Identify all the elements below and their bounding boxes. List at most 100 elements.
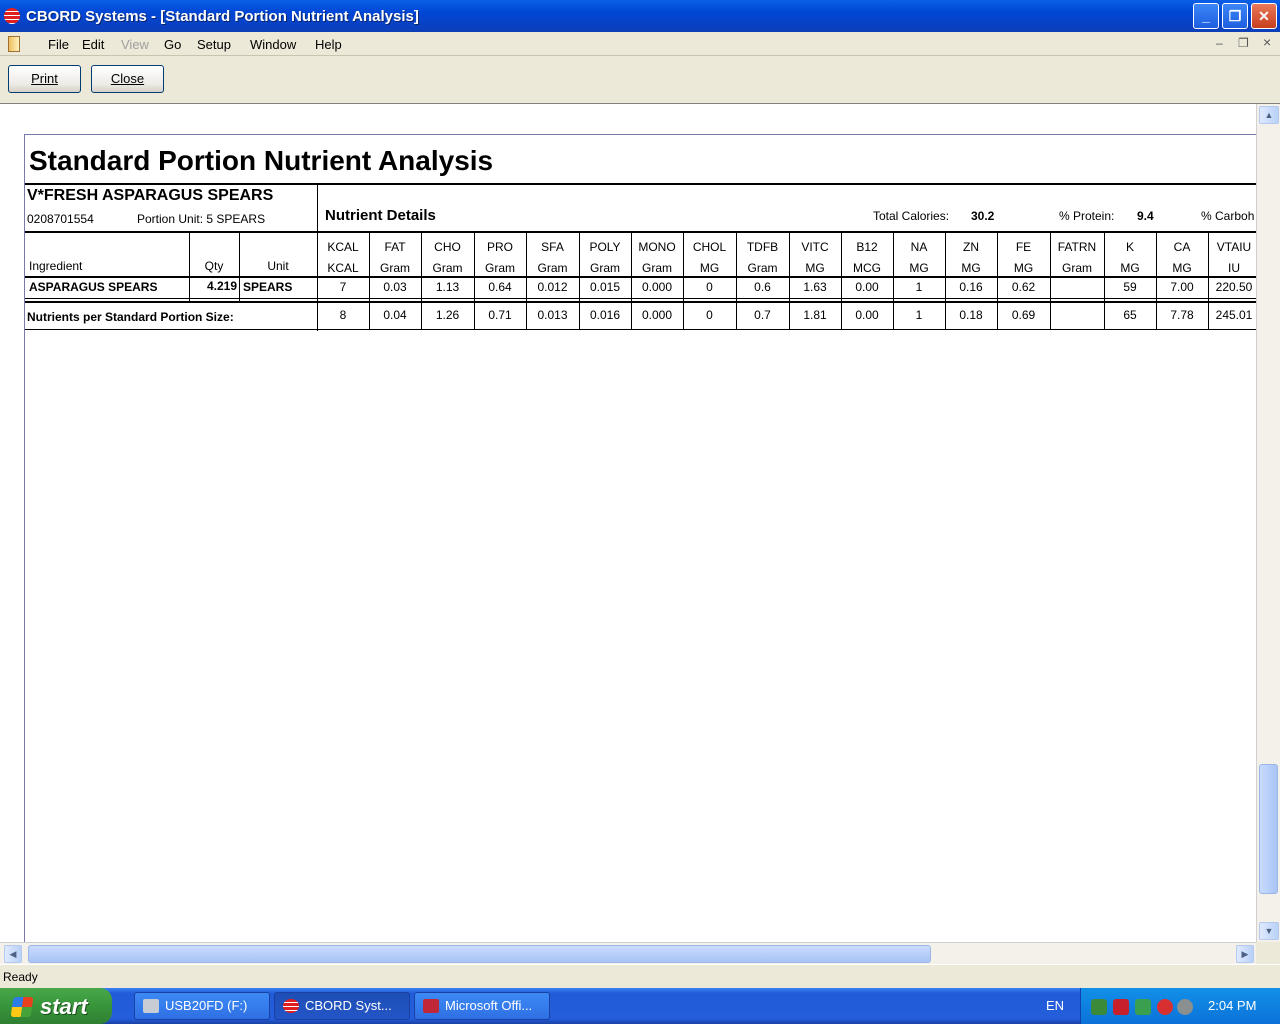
item-code: 0208701554 [27, 212, 94, 226]
nutrient-header-ca: CA [1173, 240, 1191, 254]
ingredient-value-tdfb: 0.6 [754, 280, 771, 294]
nutrient-unit-fe: MG [1013, 261, 1034, 275]
report-view[interactable]: Standard Portion Nutrient Analysis V*FRE… [0, 104, 1256, 942]
office-icon [423, 999, 439, 1013]
unit-header: Unit [267, 259, 289, 273]
menu-bar: File Edit View Go Setup Window Help – ❐ … [0, 32, 1280, 56]
total-value-na: 1 [915, 308, 923, 322]
mdi-restore-button[interactable]: ❐ [1238, 36, 1249, 50]
ingredient-value-k: 59 [1123, 280, 1137, 294]
divider [25, 183, 1256, 185]
menu-edit[interactable]: Edit [82, 37, 104, 52]
status-bar: Ready [0, 964, 1280, 988]
ingredient-value-vtaiu: 220.50 [1215, 280, 1253, 294]
vertical-scroll-thumb[interactable] [1259, 764, 1278, 894]
ingredient-unit: SPEARS [243, 280, 293, 294]
status-text: Ready [3, 970, 38, 984]
cbord-app-icon[interactable] [4, 8, 20, 24]
total-value-b12: 0.00 [855, 308, 879, 322]
minimize-button[interactable]: _ [1193, 3, 1219, 29]
menu-file[interactable]: File [48, 37, 69, 52]
divider [25, 301, 1256, 303]
nutrient-header-fe: FE [1015, 240, 1032, 254]
task-usb-drive[interactable]: USB20FD (F:) [134, 992, 270, 1020]
mdi-minimize-button[interactable]: – [1216, 36, 1223, 50]
qty-header: Qty [204, 259, 224, 273]
ingredient-value-chol: 0 [706, 280, 713, 294]
carbohydrate-label: % Carboh [1201, 209, 1255, 223]
task-label: CBORD Syst... [305, 998, 392, 1013]
total-value-tdfb: 0.7 [754, 308, 771, 322]
menu-view[interactable]: View [121, 37, 149, 52]
nutrient-unit-cho: Gram [432, 261, 463, 275]
nutrient-unit-poly: Gram [590, 261, 620, 275]
nutrient-unit-kcal: KCAL [327, 261, 359, 275]
nutrient-header-fatrn: FATRN [1057, 240, 1097, 254]
total-value-zn: 0.18 [959, 308, 983, 322]
document-icon[interactable] [8, 36, 20, 52]
ingredient-value-ca: 7.00 [1170, 280, 1194, 294]
portion-unit-value: 5 SPEARS [206, 212, 266, 226]
toolbar: Print Close [0, 57, 1280, 104]
volume-icon[interactable] [1177, 999, 1193, 1015]
total-value-ca: 7.78 [1170, 308, 1194, 322]
task-cbord[interactable]: CBORD Syst... [274, 992, 410, 1020]
total-value-poly: 0.016 [589, 308, 621, 322]
drive-icon [143, 999, 159, 1013]
print-button[interactable]: Print [8, 65, 81, 93]
ingredient-value-mono: 0.000 [641, 280, 673, 294]
total-value-kcal: 8 [339, 308, 347, 322]
total-value-sfa: 0.013 [537, 308, 568, 322]
menu-go[interactable]: Go [164, 37, 181, 52]
nutrient-unit-fatrn: Gram [1062, 261, 1092, 275]
connection-icon[interactable] [1135, 999, 1151, 1015]
total-value-cho: 1.26 [435, 308, 460, 322]
nutrient-header-pro: PRO [486, 240, 513, 254]
title-bar[interactable]: CBORD Systems - [Standard Portion Nutrie… [0, 0, 1280, 32]
network-icon[interactable] [1091, 999, 1107, 1015]
task-microsoft-office[interactable]: Microsoft Offi... [414, 992, 550, 1020]
security-icon[interactable] [1157, 999, 1173, 1015]
horizontal-scrollbar[interactable]: ◀ ▶ [0, 942, 1256, 964]
nutrient-header-zn: ZN [963, 240, 979, 254]
scroll-left-button[interactable]: ◀ [4, 945, 22, 963]
portion-unit: Portion Unit: 5 SPEARS [137, 212, 265, 226]
total-value-k: 65 [1123, 308, 1137, 322]
nutrient-unit-b12: MCG [853, 261, 881, 275]
start-button[interactable]: start [0, 988, 112, 1024]
total-row-label: Nutrients per Standard Portion Size: [27, 310, 234, 324]
close-button[interactable]: Close [91, 65, 164, 93]
cbord-icon [283, 999, 299, 1013]
vertical-scrollbar[interactable]: ▲ ▼ [1256, 104, 1280, 942]
language-indicator[interactable]: EN [1046, 998, 1064, 1013]
start-label: start [40, 994, 88, 1019]
ingredient-value-fat: 0.03 [383, 280, 407, 294]
nutrient-header-poly: POLY [589, 240, 621, 254]
nutrient-header-vtaiu: VTAIU [1216, 240, 1252, 254]
nutrient-unit-ca: MG [1172, 261, 1192, 275]
menu-setup[interactable]: Setup [197, 37, 231, 52]
close-window-button[interactable]: ✕ [1251, 3, 1277, 29]
task-label: Microsoft Offi... [445, 998, 533, 1013]
item-name: V*FRESH ASPARAGUS SPEARS [27, 187, 274, 204]
total-value-vtaiu: 245.01 [1215, 308, 1253, 322]
total-value-chol: 0 [706, 308, 713, 322]
menu-window[interactable]: Window [250, 37, 296, 52]
ingredient-value-zn: 0.16 [959, 280, 983, 294]
menu-help[interactable]: Help [315, 37, 342, 52]
portion-unit-label: Portion Unit: [137, 212, 204, 226]
maximize-button[interactable]: ❐ [1222, 3, 1248, 29]
ingredient-value-sfa: 0.012 [537, 280, 568, 294]
ingredient-value-kcal: 7 [339, 280, 347, 294]
divider [25, 298, 1256, 299]
scroll-down-button[interactable]: ▼ [1259, 922, 1279, 940]
acrobat-icon[interactable] [1113, 999, 1129, 1015]
ingredient-value-pro: 0.64 [488, 280, 512, 294]
scroll-right-button[interactable]: ▶ [1236, 945, 1254, 963]
nutrient-header-mono: MONO [638, 240, 676, 254]
nutrient-unit-k: MG [1120, 261, 1140, 275]
mdi-close-button[interactable]: × [1263, 34, 1271, 50]
scroll-up-button[interactable]: ▲ [1259, 106, 1279, 124]
horizontal-scroll-thumb[interactable] [28, 945, 931, 963]
ingredient-name: ASPARAGUS SPEARS [29, 280, 158, 294]
